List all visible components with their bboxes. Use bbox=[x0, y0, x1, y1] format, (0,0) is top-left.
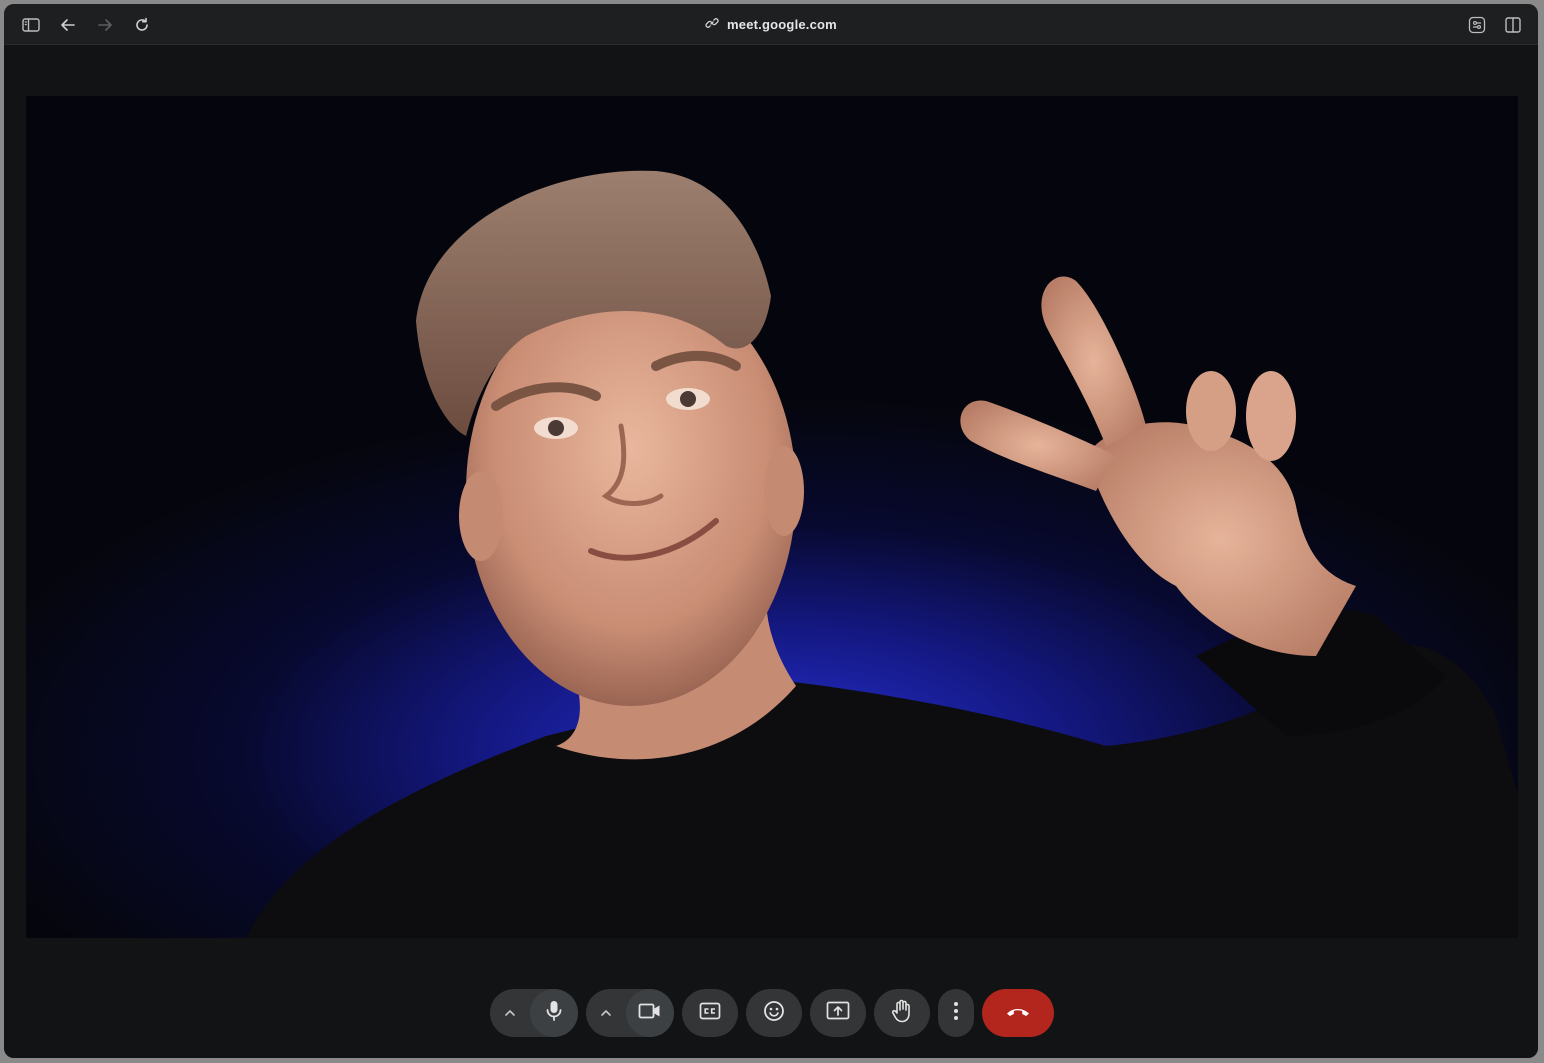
captions-button[interactable] bbox=[682, 989, 738, 1037]
chevron-up-icon bbox=[600, 1004, 612, 1022]
back-arrow-icon[interactable] bbox=[57, 14, 79, 36]
hang-up-icon bbox=[1005, 1004, 1031, 1022]
raise-hand-button[interactable] bbox=[874, 989, 930, 1037]
browser-toolbar: meet.google.com bbox=[4, 4, 1538, 45]
page-settings-icon[interactable] bbox=[1466, 14, 1488, 36]
microphone-button[interactable] bbox=[530, 989, 578, 1037]
emoji-icon bbox=[763, 1000, 785, 1027]
reload-icon[interactable] bbox=[131, 14, 153, 36]
camera-button[interactable] bbox=[626, 989, 674, 1037]
closed-captions-icon bbox=[699, 1002, 721, 1025]
url-text: meet.google.com bbox=[727, 16, 837, 32]
video-options-button[interactable] bbox=[586, 989, 626, 1037]
participant-figure bbox=[246, 170, 1518, 938]
audio-options-button[interactable] bbox=[490, 989, 530, 1037]
link-icon bbox=[705, 16, 719, 33]
audio-control-group bbox=[490, 989, 578, 1037]
present-screen-icon bbox=[826, 1001, 850, 1026]
more-vertical-icon bbox=[953, 1001, 959, 1026]
present-button[interactable] bbox=[810, 989, 866, 1037]
meeting-stage bbox=[4, 45, 1538, 1058]
more-options-button[interactable] bbox=[938, 989, 974, 1037]
video-control-group bbox=[586, 989, 674, 1037]
hand-icon bbox=[891, 999, 913, 1028]
split-view-icon[interactable] bbox=[1502, 14, 1524, 36]
microphone-icon bbox=[544, 1000, 564, 1027]
forward-arrow-icon[interactable] bbox=[94, 14, 116, 36]
call-controls bbox=[490, 989, 1054, 1037]
browser-window: meet.google.com bbox=[4, 4, 1538, 1058]
participant-video bbox=[26, 96, 1518, 938]
sidebar-toggle-icon[interactable] bbox=[20, 14, 42, 36]
chevron-up-icon bbox=[504, 1004, 516, 1022]
reactions-button[interactable] bbox=[746, 989, 802, 1037]
camera-icon bbox=[638, 1002, 662, 1025]
leave-call-button[interactable] bbox=[982, 989, 1054, 1037]
address-bar[interactable]: meet.google.com bbox=[705, 4, 837, 44]
